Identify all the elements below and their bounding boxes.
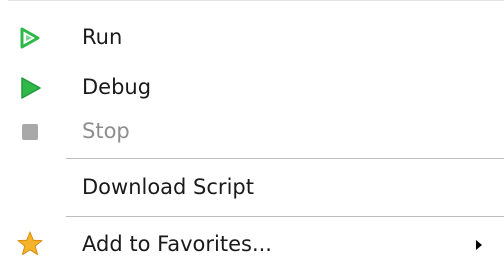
submenu-arrow-icon <box>474 237 484 251</box>
stop-square-icon <box>16 118 44 146</box>
menu-item-download-script[interactable]: Download Script <box>0 170 504 204</box>
menu-separator <box>66 158 504 159</box>
menu-item-stop-label: Stop <box>82 119 130 143</box>
menu-item-add-to-favorites[interactable]: Add to Favorites... <box>0 226 504 262</box>
menu-separator <box>66 216 504 217</box>
menu-item-run[interactable]: Run <box>0 20 504 54</box>
menu-item-download-script-label: Download Script <box>82 175 254 199</box>
run-outline-play-icon <box>16 24 44 52</box>
menu-item-debug[interactable]: Debug <box>0 69 504 103</box>
menu-item-run-label: Run <box>82 25 123 49</box>
debug-play-icon <box>16 74 44 102</box>
menu-item-add-to-favorites-label: Add to Favorites... <box>82 232 272 256</box>
star-icon <box>16 230 44 258</box>
menu-item-stop[interactable]: Stop <box>0 113 504 147</box>
menu-item-debug-label: Debug <box>82 75 152 99</box>
context-menu: Run Debug Stop Download Script Add to Fa… <box>0 0 504 264</box>
